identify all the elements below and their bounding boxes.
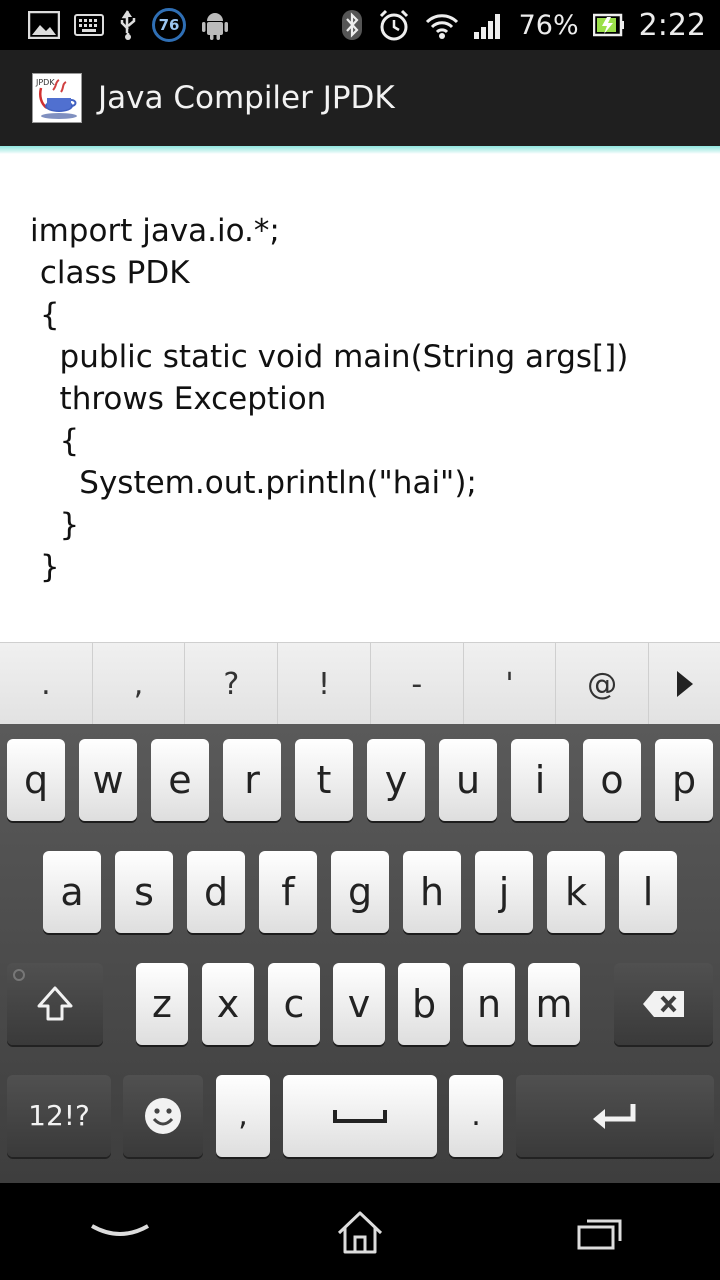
- more-suggestions-button[interactable]: [649, 643, 720, 725]
- key-e[interactable]: e: [151, 739, 209, 821]
- key-z[interactable]: z: [136, 963, 188, 1045]
- code-line: }: [30, 549, 60, 585]
- code-line: import java.io.*;: [30, 213, 280, 249]
- comma-key[interactable]: ,: [216, 1075, 270, 1157]
- enter-icon: [593, 1104, 636, 1129]
- clock: 2:22: [638, 7, 706, 43]
- play-arrow-icon: [676, 671, 693, 697]
- emoji-key[interactable]: [123, 1075, 203, 1157]
- key-d[interactable]: d: [187, 851, 245, 933]
- code-line: }: [30, 507, 80, 543]
- image-icon: [28, 11, 60, 39]
- code-editor[interactable]: import java.io.*; class PDK { public sta…: [0, 154, 720, 642]
- usb-icon: [118, 9, 138, 41]
- action-bar: JPDK Java Compiler JPDK: [0, 50, 720, 146]
- backspace-key[interactable]: [614, 963, 713, 1045]
- back-button[interactable]: [75, 1197, 165, 1267]
- keyboard: q w e r t y u i o p a s d f g h j k l z …: [0, 724, 720, 1183]
- android-icon: [200, 9, 230, 41]
- wifi-icon: [425, 10, 459, 40]
- recent-apps-icon: [577, 1219, 622, 1249]
- code-line: public static void main(String args[]): [30, 339, 629, 375]
- code-line: class PDK: [30, 255, 190, 291]
- key-r[interactable]: r: [223, 739, 281, 821]
- key-a[interactable]: a: [43, 851, 101, 933]
- home-icon: [337, 1211, 383, 1253]
- key-c[interactable]: c: [268, 963, 320, 1045]
- app-icon-text: JPDK: [35, 78, 55, 87]
- key-x[interactable]: x: [202, 963, 254, 1045]
- navigation-bar: [0, 1183, 720, 1280]
- app-title: Java Compiler JPDK: [98, 80, 395, 116]
- battery-percent: 76%: [518, 9, 579, 41]
- key-u[interactable]: u: [439, 739, 497, 821]
- backspace-icon: [642, 991, 684, 1017]
- key-l[interactable]: l: [619, 851, 677, 933]
- shift-icon: [37, 986, 73, 1021]
- code-line: throws Exception: [30, 381, 327, 417]
- enter-key[interactable]: [516, 1075, 714, 1157]
- status-bar: 76 76% 2:22: [0, 0, 720, 50]
- code-line: System.out.println("hai");: [30, 465, 477, 501]
- bluetooth-icon: [341, 9, 363, 41]
- key-b[interactable]: b: [398, 963, 450, 1045]
- key-j[interactable]: j: [475, 851, 533, 933]
- key-h[interactable]: h: [403, 851, 461, 933]
- home-button[interactable]: [315, 1197, 405, 1267]
- key-o[interactable]: o: [583, 739, 641, 821]
- suggestion-at[interactable]: @: [556, 643, 650, 725]
- key-f[interactable]: f: [259, 851, 317, 933]
- key-t[interactable]: t: [295, 739, 353, 821]
- key-v[interactable]: v: [333, 963, 385, 1045]
- shift-lock-indicator: [13, 969, 25, 981]
- key-n[interactable]: n: [463, 963, 515, 1045]
- app-icon[interactable]: JPDK: [32, 73, 82, 123]
- key-y[interactable]: y: [367, 739, 425, 821]
- suggestion-strip: . , ? ! - ' @: [0, 642, 720, 725]
- key-p[interactable]: p: [655, 739, 713, 821]
- action-bar-divider: [0, 146, 720, 154]
- symbols-key[interactable]: 12!?: [7, 1075, 111, 1157]
- back-icon: [91, 1223, 149, 1236]
- code-line: {: [30, 423, 80, 459]
- alarm-icon: [377, 8, 411, 42]
- space-icon: [333, 1110, 387, 1123]
- key-q[interactable]: q: [7, 739, 65, 821]
- suggestion-period[interactable]: .: [0, 643, 93, 725]
- battery-icon: [592, 12, 625, 38]
- suggestion-apostrophe[interactable]: ': [464, 643, 557, 725]
- key-k[interactable]: k: [547, 851, 605, 933]
- recent-apps-button[interactable]: [555, 1197, 645, 1267]
- keyboard-icon: [74, 14, 104, 36]
- space-key[interactable]: [283, 1075, 437, 1157]
- suggestion-exclamation[interactable]: !: [278, 643, 371, 725]
- code-line: {: [30, 297, 60, 333]
- badge-76-icon: 76: [152, 8, 186, 42]
- key-s[interactable]: s: [115, 851, 173, 933]
- period-key[interactable]: .: [449, 1075, 503, 1157]
- key-i[interactable]: i: [511, 739, 569, 821]
- signal-icon: [473, 10, 505, 40]
- suggestion-hyphen[interactable]: -: [371, 643, 464, 725]
- suggestion-question[interactable]: ?: [185, 643, 279, 725]
- key-m[interactable]: m: [528, 963, 580, 1045]
- suggestion-comma[interactable]: ,: [93, 643, 186, 725]
- key-w[interactable]: w: [79, 739, 137, 821]
- shift-key[interactable]: [7, 963, 103, 1045]
- emoji-icon: [145, 1098, 181, 1134]
- key-g[interactable]: g: [331, 851, 389, 933]
